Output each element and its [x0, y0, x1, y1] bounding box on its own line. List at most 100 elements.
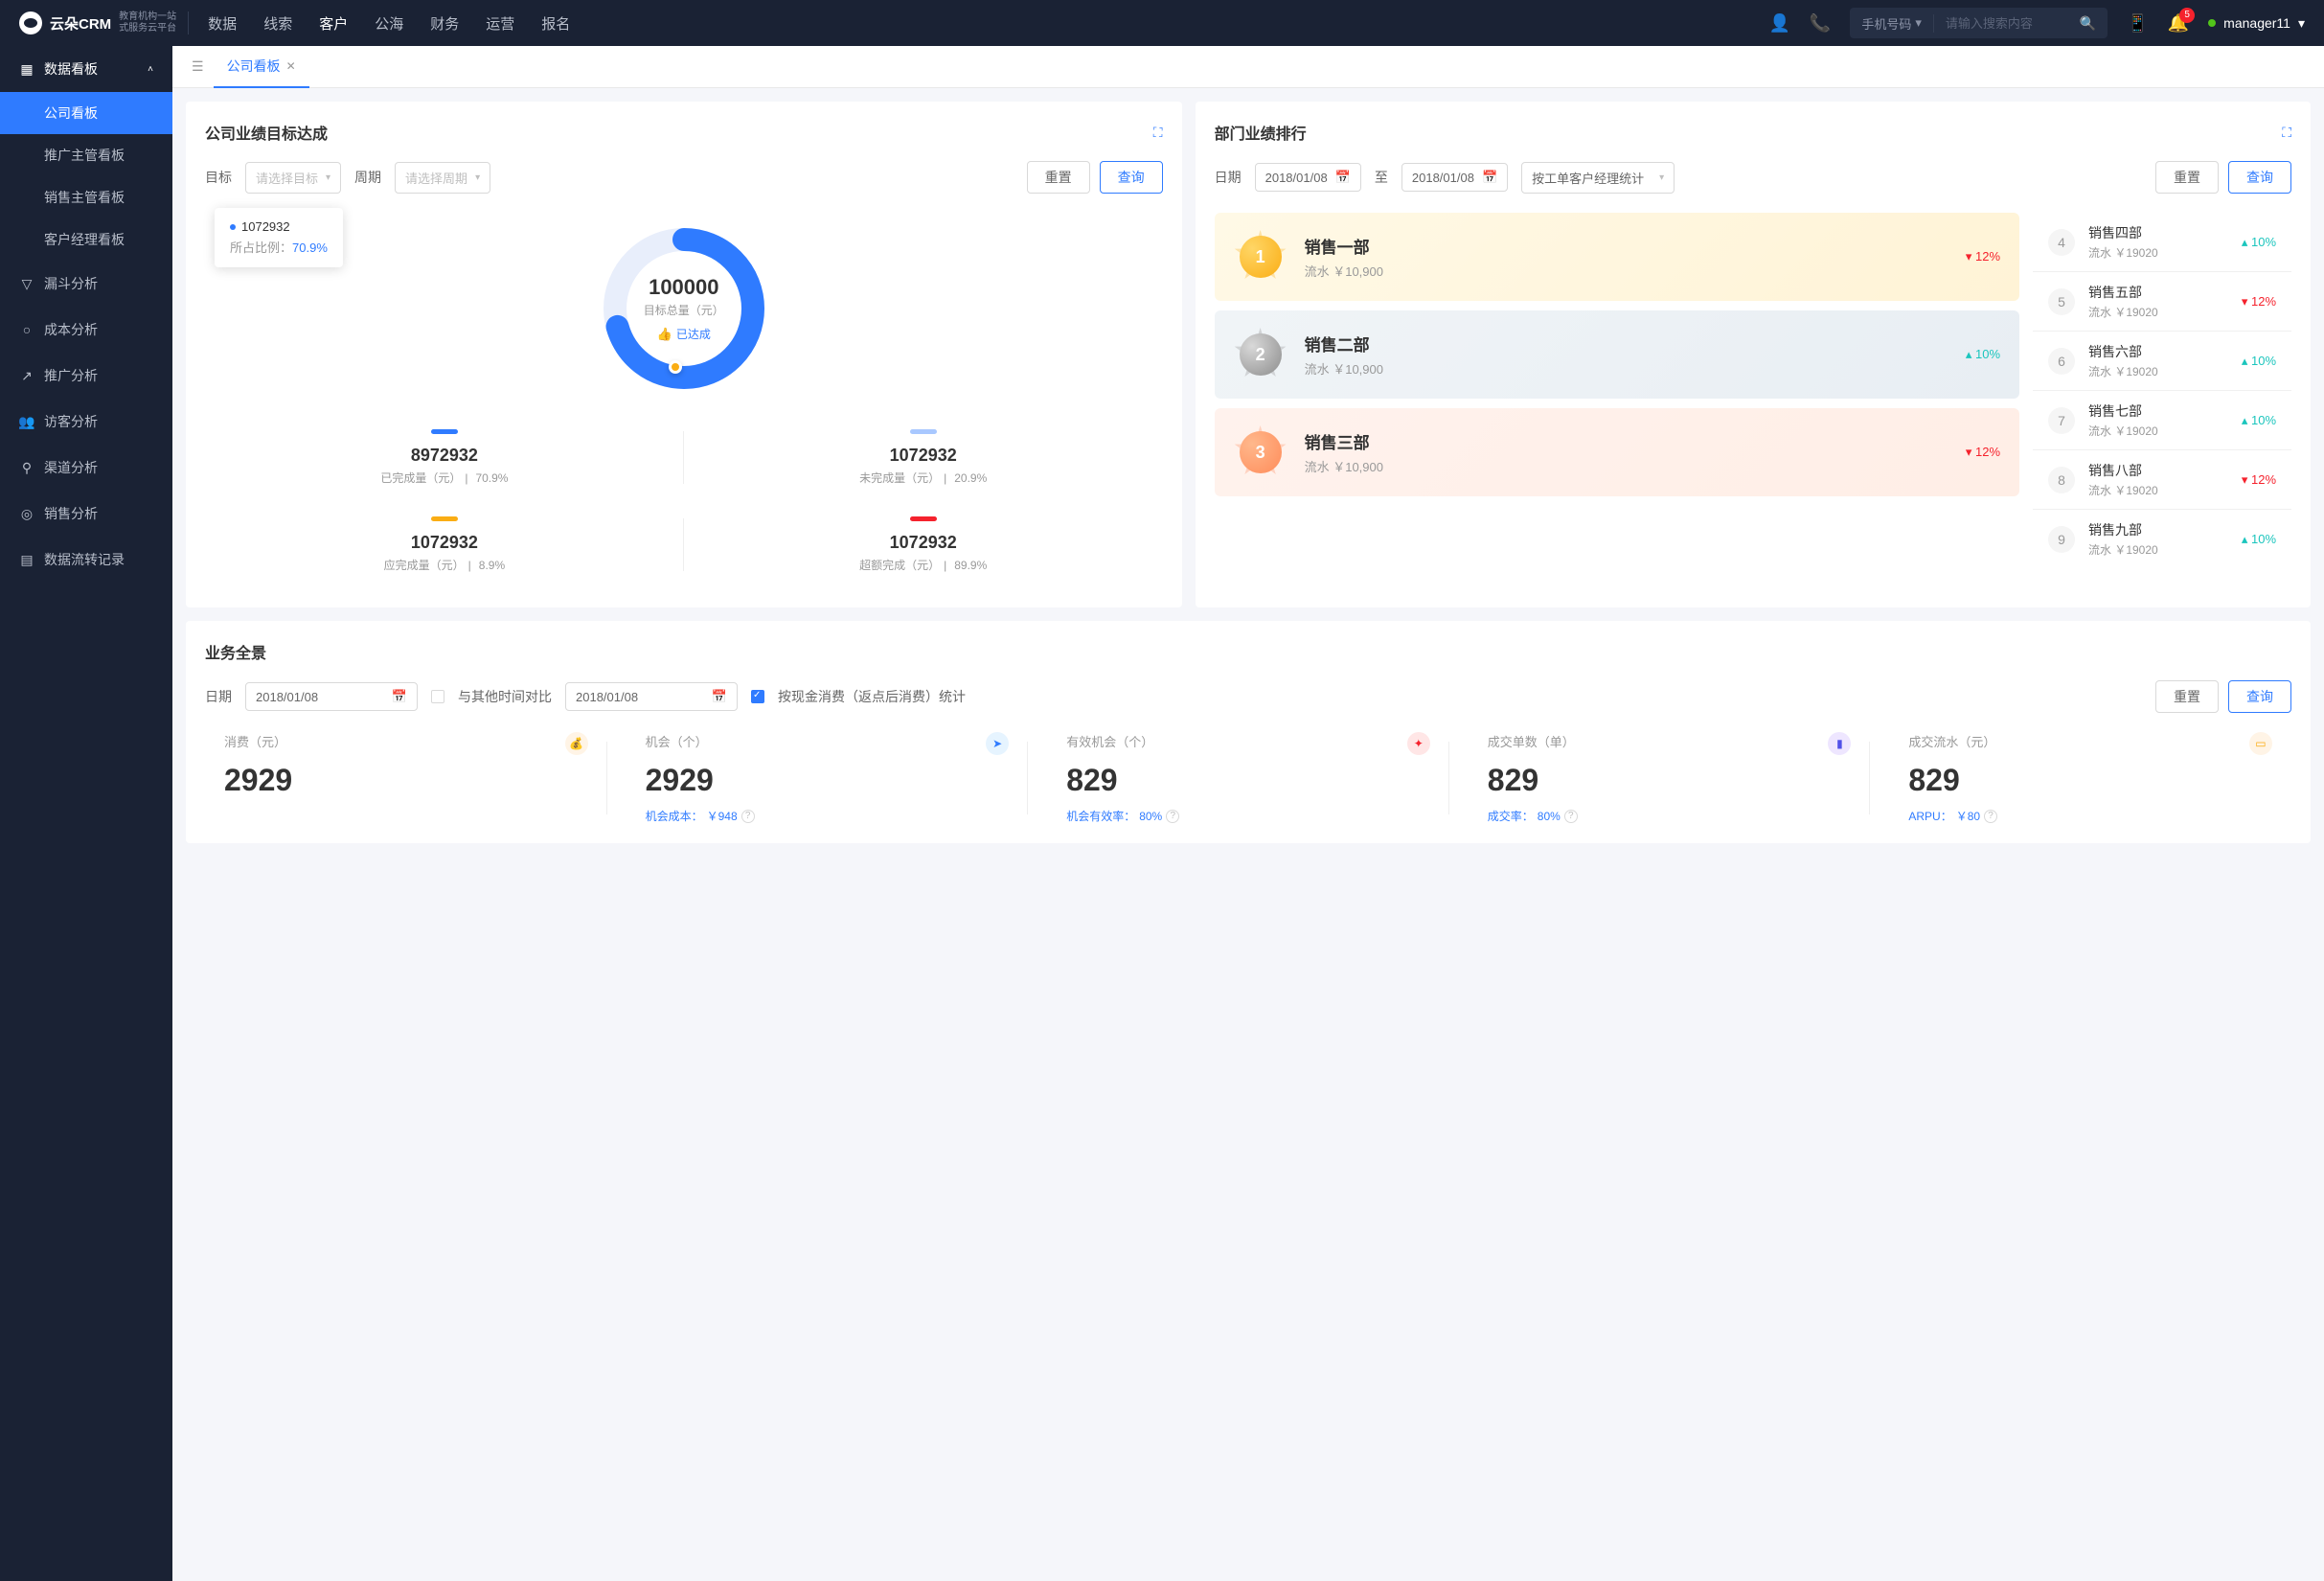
tab-menu-icon[interactable]: ☰: [182, 58, 214, 75]
rank-row: 5销售五部流水 ￥19020▾ 12%: [2033, 272, 2291, 332]
logo-icon: [19, 11, 42, 34]
sidebar-item[interactable]: ↗推广分析: [0, 353, 172, 399]
rank-row: 7销售七部流水 ￥19020▴ 10%: [2033, 391, 2291, 450]
overview-card: 业务全景 日期 2018/01/08📅 与其他时间对比 2018/01/08📅 …: [186, 621, 2311, 843]
overview-item: 成交流水（元）▭829ARPU：￥80 ?: [1889, 732, 2291, 824]
medal-icon: 2: [1234, 328, 1287, 381]
rank-row: 4销售四部流水 ￥19020▴ 10%: [2033, 213, 2291, 272]
query-button[interactable]: 查询: [2228, 161, 2291, 194]
nav-item[interactable]: 数据: [208, 13, 237, 34]
overview-title: 业务全景: [205, 640, 2291, 663]
tab-company-board[interactable]: 公司看板 ✕: [214, 46, 309, 88]
sidebar-item[interactable]: ▽漏斗分析: [0, 261, 172, 307]
rank-row: 6销售六部流水 ￥19020▴ 10%: [2033, 332, 2291, 391]
metric-icon: ▮: [1828, 732, 1851, 755]
sidebar-item[interactable]: 👥访客分析: [0, 399, 172, 445]
expand-icon[interactable]: ⛶: [1153, 125, 1163, 141]
query-button[interactable]: 查询: [1100, 161, 1163, 194]
period-select[interactable]: 请选择周期▾: [395, 162, 490, 194]
metric-icon: ✦: [1407, 732, 1430, 755]
overview-item: 成交单数（单）▮829成交率：80% ?: [1469, 732, 1871, 824]
nav-item[interactable]: 线索: [263, 13, 292, 34]
sidebar-sub-item[interactable]: 推广主管看板: [0, 134, 172, 176]
top-header: 云朵CRM 教育机构一站 式服务云平台 数据 线索 客户 公海 财务 运营 报名 👤 📞 手…: [0, 0, 2324, 46]
medal-icon: 3: [1234, 425, 1287, 479]
notification-icon[interactable]: 🔔5: [2168, 13, 2189, 34]
donut-tooltip: 1072932 所占比例：70.9%: [215, 208, 343, 267]
rank-row: 8销售八部流水 ￥19020▾ 12%: [2033, 450, 2291, 510]
expand-icon[interactable]: ⛶: [2282, 125, 2291, 141]
metric-icon: ➤: [986, 732, 1009, 755]
nav-item[interactable]: 报名: [541, 13, 570, 34]
status-dot: [2208, 19, 2216, 27]
main-content: ☰ 公司看板 ✕ 公司业绩目标达成 ⛶ 目标 请选择目标▾ 周期 请选择周期▾ …: [172, 46, 2324, 1581]
medal-icon: 1: [1234, 230, 1287, 284]
achieved-badge: 👍已达成: [657, 326, 711, 342]
rank-card-top: 3销售三部流水 ￥10,900▾ 12%: [1215, 408, 2019, 496]
date-input[interactable]: 2018/01/08📅: [245, 682, 418, 711]
donut-marker: [669, 360, 682, 374]
sidebar-item[interactable]: ◎销售分析: [0, 491, 172, 537]
sidebar-icon: ↗: [19, 368, 34, 383]
stat-item: 1072932未完成量（元）|20.9%: [684, 414, 1163, 501]
phone-icon[interactable]: 📞: [1810, 13, 1831, 34]
metric-icon: 💰: [565, 732, 588, 755]
sidebar-icon: ▤: [19, 552, 34, 567]
sidebar-sub-item[interactable]: 公司看板: [0, 92, 172, 134]
tab-bar: ☰ 公司看板 ✕: [172, 46, 2324, 88]
goal-card: 公司业绩目标达成 ⛶ 目标 请选择目标▾ 周期 请选择周期▾ 重置 查询 107…: [186, 102, 1182, 607]
reset-button[interactable]: 重置: [2155, 680, 2219, 713]
sidebar-icon: ▽: [19, 276, 34, 291]
query-button[interactable]: 查询: [2228, 680, 2291, 713]
chevron-up-icon: ˄: [148, 64, 153, 75]
logo: 云朵CRM 教育机构一站 式服务云平台: [19, 11, 189, 34]
rank-card-top: 1销售一部流水 ￥10,900▾ 12%: [1215, 213, 2019, 301]
sidebar-icon: ○: [19, 322, 34, 337]
overview-item: 有效机会（个）✦829机会有效率：80% ?: [1047, 732, 1449, 824]
rank-card: 部门业绩排行 ⛶ 日期 2018/01/08📅 至 2018/01/08📅 按工…: [1196, 102, 2311, 607]
sidebar-icon: ◎: [19, 506, 34, 521]
rank-card-top: 2销售二部流水 ￥10,900▴ 10%: [1215, 310, 2019, 399]
stat-item: 1072932超额完成（元）|89.9%: [684, 501, 1163, 588]
date-from-input[interactable]: 2018/01/08📅: [1255, 163, 1361, 192]
user-icon[interactable]: 👤: [1769, 13, 1790, 34]
rank-card-title: 部门业绩排行: [1215, 121, 1307, 144]
goal-card-title: 公司业绩目标达成: [205, 121, 328, 144]
compare-checkbox[interactable]: [431, 690, 444, 703]
sidebar-item[interactable]: ⚲渠道分析: [0, 445, 172, 491]
search-input[interactable]: [1934, 16, 2068, 31]
cash-stat-checkbox[interactable]: [751, 690, 764, 703]
sidebar-item[interactable]: ○成本分析: [0, 307, 172, 353]
rank-row: 9销售九部流水 ￥19020▴ 10%: [2033, 510, 2291, 568]
nav-item[interactable]: 客户: [319, 13, 348, 34]
search-button[interactable]: 🔍: [2068, 15, 2108, 32]
sidebar-group-dashboard[interactable]: ▦ 数据看板 ˄: [0, 46, 172, 92]
sidebar-sub-item[interactable]: 销售主管看板: [0, 176, 172, 218]
overview-item: 消费（元）💰2929: [205, 732, 607, 824]
nav-item[interactable]: 运营: [486, 13, 514, 34]
compare-date-input[interactable]: 2018/01/08📅: [565, 682, 738, 711]
search-box: 手机号码▾ 🔍: [1850, 8, 2108, 38]
date-to-input[interactable]: 2018/01/08📅: [1401, 163, 1508, 192]
close-icon[interactable]: ✕: [286, 59, 296, 73]
stat-item: 8972932已完成量（元）|70.9%: [205, 414, 684, 501]
metric-icon: ▭: [2249, 732, 2272, 755]
overview-item: 机会（个）➤2929机会成本：￥948 ?: [627, 732, 1029, 824]
stat-item: 1072932应完成量（元）|8.9%: [205, 501, 684, 588]
nav-item[interactable]: 公海: [375, 13, 403, 34]
sidebar-item[interactable]: ▤数据流转记录: [0, 537, 172, 583]
donut-chart: 100000 目标总量（元） 👍已达成: [598, 222, 770, 395]
logo-text: 云朵CRM: [50, 13, 111, 34]
reset-button[interactable]: 重置: [2155, 161, 2219, 194]
stat-type-select[interactable]: 按工单客户经理统计▾: [1521, 162, 1675, 194]
user-menu[interactable]: manager11 ▾: [2208, 15, 2305, 32]
dashboard-icon: ▦: [19, 61, 34, 77]
search-type-select[interactable]: 手机号码▾: [1850, 14, 1934, 33]
target-select[interactable]: 请选择目标▾: [245, 162, 341, 194]
chevron-down-icon: ▾: [2298, 15, 2305, 32]
sidebar-sub-item[interactable]: 客户经理看板: [0, 218, 172, 261]
nav-item[interactable]: 财务: [430, 13, 459, 34]
reset-button[interactable]: 重置: [1027, 161, 1090, 194]
mobile-icon[interactable]: 📱: [2127, 13, 2148, 34]
sidebar-icon: ⚲: [19, 460, 34, 475]
